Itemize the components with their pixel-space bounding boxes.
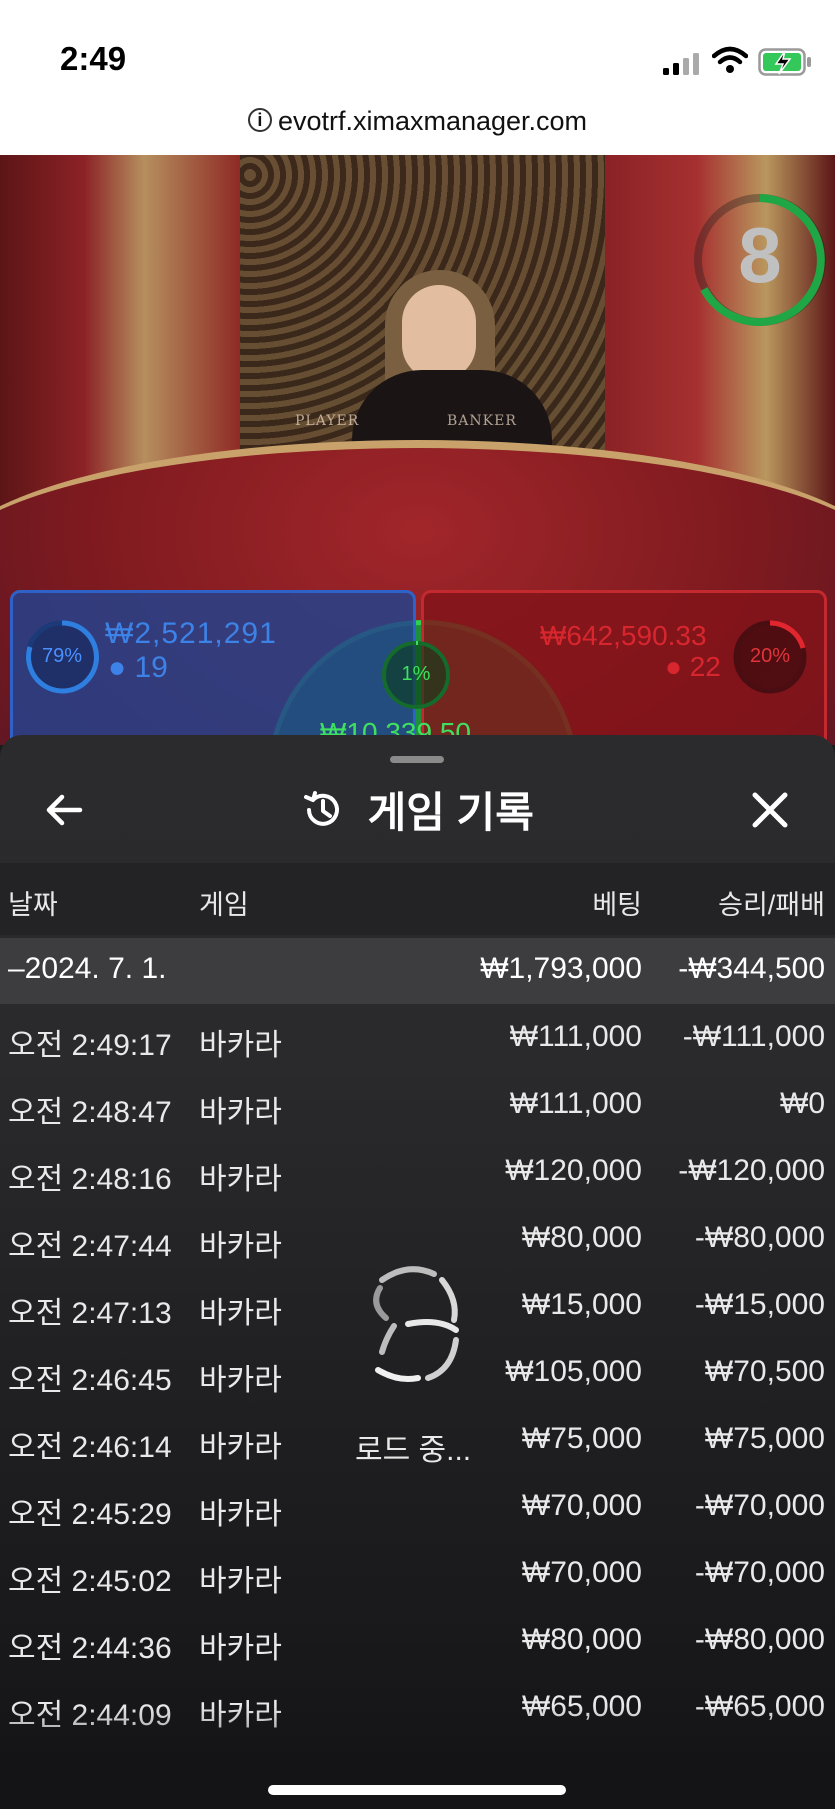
row-bet: ₩80,000 — [521, 1221, 642, 1254]
row-time: 오전 2:48:47 — [8, 1096, 172, 1129]
banker-bet-amount: ₩642,590.33 — [540, 620, 707, 651]
user-icon: ● — [108, 651, 127, 684]
history-row[interactable]: 오전 2:48:16 바카라 ₩120,000 -₩120,000 — [0, 1138, 835, 1205]
player-bet-amount: ₩2,521,291 — [105, 617, 277, 650]
column-header-date: 날짜 — [8, 890, 58, 920]
row-game: 바카라 — [199, 1498, 282, 1531]
history-icon — [304, 790, 340, 826]
user-icon: ● — [665, 651, 682, 682]
row-bet: ₩80,000 — [521, 1623, 642, 1656]
loading-spinner-icon — [373, 1266, 459, 1382]
row-time: 오전 2:46:14 — [8, 1431, 172, 1464]
row-bet: ₩105,000 — [505, 1355, 642, 1388]
date-group-row[interactable]: –2024. 7. 1. ₩1,793,000 -₩344,500 — [0, 938, 835, 1004]
date-group-bet-total: ₩1,793,000 — [480, 952, 642, 985]
row-result: -₩70,000 — [694, 1556, 825, 1589]
column-header-result: 승리/패배 — [718, 890, 825, 920]
row-time: 오전 2:48:16 — [8, 1163, 172, 1196]
row-result: ₩0 — [780, 1087, 825, 1120]
banker-percent: 20% — [749, 645, 791, 667]
loading-text: 로드 중... — [355, 1434, 472, 1467]
table-label-banker: BANKER — [447, 413, 517, 429]
close-icon[interactable] — [745, 785, 795, 835]
row-game: 바카라 — [199, 1364, 282, 1397]
history-row[interactable]: 오전 2:49:17 바카라 ₩111,000 -₩111,000 — [0, 1004, 835, 1071]
status-bar: 2:49 i evotrf.ximaxmanager.com — [0, 0, 835, 155]
row-game: 바카라 — [199, 1096, 282, 1129]
info-icon: i — [247, 108, 272, 132]
row-time: 오전 2:49:17 — [8, 1029, 172, 1062]
tie-percent: 1% — [401, 663, 431, 685]
player-count-value: 19 — [134, 651, 168, 684]
row-result: -₩80,000 — [694, 1221, 825, 1254]
row-result: -₩80,000 — [694, 1623, 825, 1656]
row-result: -₩111,000 — [682, 1020, 825, 1053]
row-bet: ₩75,000 — [521, 1422, 642, 1455]
history-row[interactable]: 오전 2:45:29 바카라 ₩70,000 -₩70,000 — [0, 1473, 835, 1540]
live-video: PLAYER BANKER 8 79% ₩2,521,291 ● 19 20% … — [0, 155, 835, 745]
row-bet: ₩70,000 — [521, 1556, 642, 1589]
row-result: ₩70,500 — [704, 1355, 825, 1388]
sheet-title: 게임 기록 — [367, 789, 534, 836]
row-time: 오전 2:46:45 — [8, 1364, 172, 1397]
battery-charging-icon — [758, 48, 811, 76]
url-bar[interactable]: i evotrf.ximaxmanager.com — [0, 106, 835, 137]
player-percent: 79% — [41, 645, 83, 667]
row-bet: ₩15,000 — [521, 1288, 642, 1321]
table-header — [0, 863, 835, 935]
banker-count-value: 22 — [689, 651, 721, 682]
player-bettor-count: ● 19 — [108, 651, 168, 685]
sheet-header: 게임 기록 — [0, 779, 835, 840]
column-header-game: 게임 — [199, 890, 249, 920]
wifi-icon — [712, 46, 748, 73]
row-bet: ₩120,000 — [505, 1154, 642, 1187]
date-group-result-total: -₩344,500 — [678, 952, 825, 985]
row-bet: ₩111,000 — [509, 1087, 642, 1120]
row-game: 바카라 — [199, 1632, 282, 1665]
row-game: 바카라 — [199, 1297, 282, 1330]
table-label-player: PLAYER — [295, 413, 360, 429]
row-time: 오전 2:47:44 — [8, 1230, 172, 1263]
countdown-number: 8 — [738, 211, 782, 299]
row-result: -₩70,000 — [694, 1489, 825, 1522]
game-history-sheet: 게임 기록 날짜 게임 베팅 승리/패배 –2024. 7. 1. ₩1,793… — [0, 735, 835, 1809]
dealer-face — [402, 285, 476, 380]
cellular-signal-icon — [663, 53, 699, 75]
row-time: 오전 2:45:02 — [8, 1565, 172, 1598]
row-result: -₩120,000 — [678, 1154, 825, 1187]
row-result: -₩15,000 — [694, 1288, 825, 1321]
column-header-bet: 베팅 — [592, 890, 642, 920]
drag-handle[interactable] — [390, 756, 444, 763]
history-row[interactable]: 오전 2:44:36 바카라 ₩80,000 -₩80,000 — [0, 1607, 835, 1674]
home-indicator[interactable] — [268, 1785, 566, 1795]
date-group-label: –2024. 7. 1. — [8, 952, 167, 985]
status-time: 2:49 — [60, 40, 127, 77]
row-time: 오전 2:47:13 — [8, 1297, 172, 1330]
row-game: 바카라 — [199, 1431, 282, 1464]
history-row[interactable]: 오전 2:45:02 바카라 ₩70,000 -₩70,000 — [0, 1540, 835, 1607]
url-text: evotrf.ximaxmanager.com — [277, 106, 588, 136]
row-game: 바카라 — [199, 1163, 282, 1196]
row-result: ₩75,000 — [704, 1422, 825, 1455]
row-bet: ₩70,000 — [521, 1489, 642, 1522]
row-game: 바카라 — [199, 1029, 282, 1062]
row-bet: ₩111,000 — [509, 1020, 642, 1053]
banker-bettor-count: ● 22 — [665, 651, 721, 683]
row-game: 바카라 — [199, 1230, 282, 1263]
row-time: 오전 2:45:29 — [8, 1498, 172, 1531]
history-row[interactable]: 오전 2:48:47 바카라 ₩111,000 ₩0 — [0, 1071, 835, 1138]
row-time: 오전 2:44:36 — [8, 1632, 172, 1665]
row-game: 바카라 — [199, 1565, 282, 1598]
